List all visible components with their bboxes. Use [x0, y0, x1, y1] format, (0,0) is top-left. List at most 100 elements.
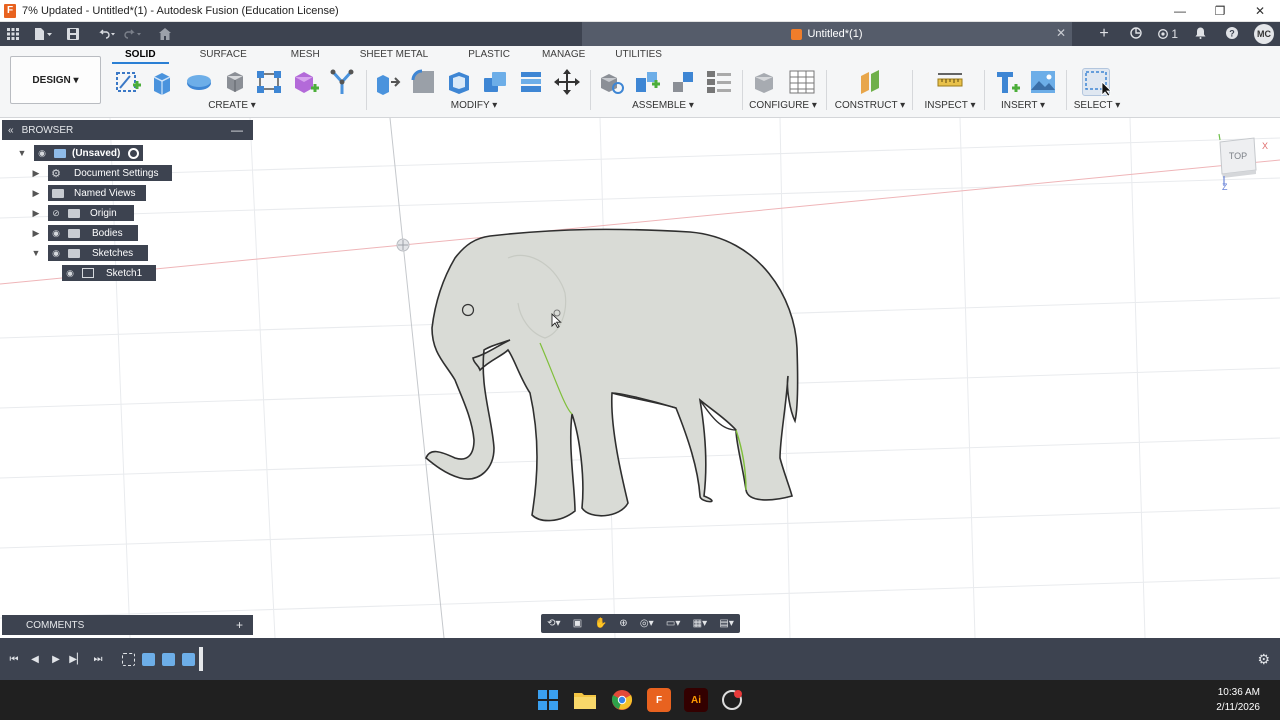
- job-status-icon[interactable]: 1: [1152, 27, 1184, 41]
- step-forward-icon[interactable]: ▶▏: [67, 654, 87, 665]
- file-explorer-icon[interactable]: [573, 688, 597, 712]
- tab-manage[interactable]: MANAGE: [529, 48, 598, 64]
- online-status-icon[interactable]: [1120, 26, 1152, 42]
- select-menu[interactable]: SELECT ▾: [1072, 100, 1122, 111]
- configure-menu[interactable]: CONFIGURE ▾: [748, 100, 818, 111]
- activate-radio-icon[interactable]: [128, 147, 140, 159]
- modify-menu[interactable]: MODIFY ▾: [448, 100, 500, 111]
- tree-item-sketch1[interactable]: ◉ Sketch1: [62, 265, 156, 281]
- fit-icon[interactable]: ◎▾: [640, 618, 654, 629]
- tree-node-root[interactable]: ◉ (Unsaved): [34, 145, 144, 161]
- tab-solid[interactable]: SOLID: [112, 48, 169, 64]
- tab-surface[interactable]: SURFACE: [187, 48, 260, 64]
- grid-settings-icon[interactable]: ▦▾: [693, 618, 707, 629]
- step-back-icon[interactable]: ◀: [25, 654, 45, 665]
- construct-menu[interactable]: CONSTRUCT ▾: [834, 100, 906, 111]
- save-icon[interactable]: [60, 22, 86, 46]
- tab-untitled[interactable]: Untitled*(1) ✕: [582, 22, 1072, 46]
- browser-panel-header[interactable]: « BROWSER —: [2, 120, 253, 140]
- derive-icon[interactable]: [328, 68, 356, 96]
- visibility-eye-icon[interactable]: ◉: [62, 268, 78, 279]
- tree-item-unsaved[interactable]: ▼ ◉ (Unsaved): [16, 145, 144, 161]
- display-settings-icon[interactable]: ▭▾: [666, 618, 680, 629]
- as-built-joint-icon[interactable]: [669, 68, 697, 96]
- view-cube[interactable]: TOP X Z: [1210, 132, 1268, 194]
- taskbar-clock[interactable]: 10:36 AM 2/11/2026: [1216, 685, 1260, 715]
- orbit-icon[interactable]: ⟲▾: [547, 618, 560, 629]
- view-cube-face-top[interactable]: TOP: [1229, 151, 1247, 161]
- measure-icon[interactable]: [936, 68, 964, 96]
- hidden-eye-icon[interactable]: ⊘: [48, 208, 64, 219]
- tree-item-named-views[interactable]: ▶ Named Views: [30, 185, 146, 201]
- press-pull-icon[interactable]: [373, 68, 401, 96]
- tree-node[interactable]: ◉ Bodies: [48, 225, 138, 241]
- insert-derive-icon[interactable]: [994, 68, 1022, 96]
- home-icon[interactable]: [152, 22, 178, 46]
- tab-utilities[interactable]: UTILITIES: [602, 48, 675, 64]
- select-tool-icon[interactable]: [1082, 68, 1112, 97]
- offset-face-icon[interactable]: [517, 68, 545, 96]
- fusion-taskbar-icon[interactable]: F: [647, 688, 671, 712]
- zoom-icon[interactable]: ⊕: [619, 618, 627, 629]
- joint-origin-icon[interactable]: [705, 68, 733, 96]
- collapse-arrow-icon[interactable]: ▼: [30, 248, 42, 258]
- close-button[interactable]: ✕: [1240, 0, 1280, 22]
- insert-menu[interactable]: INSERT ▾: [998, 100, 1048, 111]
- create-form-icon[interactable]: [291, 68, 319, 96]
- tree-item-origin[interactable]: ▶ ⊘ Origin: [30, 205, 134, 221]
- minimize-button[interactable]: —: [1160, 0, 1200, 22]
- create-menu[interactable]: CREATE ▾: [206, 100, 258, 111]
- new-tab-button[interactable]: +: [1088, 25, 1120, 43]
- go-to-start-icon[interactable]: ⏮: [4, 654, 24, 665]
- visibility-eye-icon[interactable]: ◉: [48, 248, 64, 259]
- tab-mesh[interactable]: MESH: [278, 48, 333, 64]
- create-sketch-icon[interactable]: [114, 68, 142, 96]
- move-copy-icon[interactable]: [553, 68, 581, 96]
- play-icon[interactable]: ▶: [46, 654, 66, 665]
- visibility-eye-icon[interactable]: ◉: [48, 228, 64, 239]
- undo-icon[interactable]: [94, 22, 120, 46]
- inspect-menu[interactable]: INSPECT ▾: [922, 100, 978, 111]
- visibility-eye-icon[interactable]: ◉: [34, 148, 50, 159]
- configure-design-icon[interactable]: [752, 68, 780, 96]
- timeline-extrude-icon[interactable]: [142, 652, 155, 666]
- revolve-icon[interactable]: [185, 68, 213, 96]
- tree-node[interactable]: Named Views: [48, 185, 146, 201]
- joint-icon[interactable]: [633, 68, 661, 96]
- tree-node[interactable]: ◉ Sketches: [48, 245, 148, 261]
- timeline-settings-gear-icon[interactable]: ⚙: [1257, 651, 1270, 668]
- notifications-bell-icon[interactable]: [1184, 27, 1216, 42]
- comments-panel-header[interactable]: COMMENTS +: [2, 615, 253, 635]
- tree-item-sketches[interactable]: ▼ ◉ Sketches: [30, 245, 148, 261]
- minimize-panel-icon[interactable]: —: [231, 123, 243, 137]
- sweep-icon[interactable]: [221, 68, 249, 96]
- expand-arrow-icon[interactable]: ▶: [30, 208, 42, 219]
- viewports-icon[interactable]: ▤▾: [719, 618, 733, 629]
- tab-close-icon[interactable]: ✕: [1056, 26, 1066, 40]
- design-canvas[interactable]: TOP X Z: [0, 118, 1280, 638]
- redo-icon[interactable]: [120, 22, 146, 46]
- chrome-browser-icon[interactable]: [610, 688, 634, 712]
- collapse-arrow-icon[interactable]: ▼: [16, 148, 28, 158]
- tree-node[interactable]: ⚙ Document Settings: [48, 165, 172, 181]
- app-grid-icon[interactable]: [0, 22, 26, 46]
- insert-canvas-icon[interactable]: [1029, 68, 1057, 96]
- assemble-menu[interactable]: ASSEMBLE ▾: [630, 100, 696, 111]
- elephant-body[interactable]: [425, 228, 799, 522]
- extrude-icon[interactable]: [149, 68, 177, 96]
- collapse-panel-icon[interactable]: «: [8, 125, 14, 136]
- configuration-table-icon[interactable]: [788, 68, 816, 96]
- tab-sheet-metal[interactable]: SHEET METAL: [347, 48, 442, 64]
- file-menu-icon[interactable]: [26, 22, 60, 46]
- expand-arrow-icon[interactable]: ▶: [30, 168, 42, 179]
- windows-start-icon[interactable]: [536, 688, 560, 712]
- origin-point-icon[interactable]: [396, 238, 410, 252]
- shell-icon[interactable]: [445, 68, 473, 96]
- expand-arrow-icon[interactable]: ▶: [30, 188, 42, 199]
- timeline-extrude-icon[interactable]: [182, 652, 195, 666]
- pan-hand-icon[interactable]: ✋: [595, 618, 607, 629]
- illustrator-taskbar-icon[interactable]: Ai: [684, 688, 708, 712]
- recorder-taskbar-icon[interactable]: [720, 688, 744, 712]
- tree-item-bodies[interactable]: ▶ ◉ Bodies: [30, 225, 138, 241]
- user-avatar[interactable]: MC: [1254, 24, 1274, 44]
